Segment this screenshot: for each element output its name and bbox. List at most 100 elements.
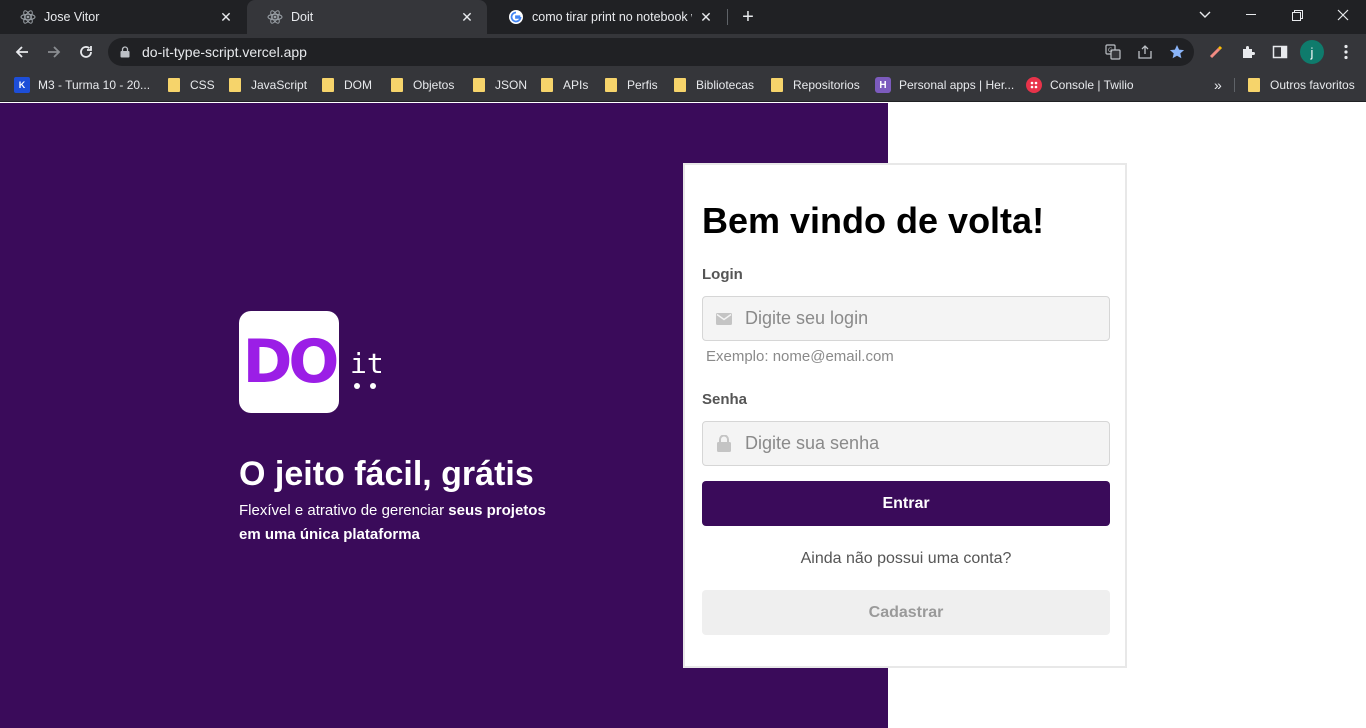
react-icon	[267, 9, 283, 25]
other-bookmarks-folder[interactable]: Outros favoritos	[1248, 70, 1355, 100]
profile-avatar[interactable]: j	[1300, 40, 1324, 64]
close-icon	[1337, 9, 1349, 21]
translate-icon[interactable]: G	[1104, 43, 1122, 61]
share-icon[interactable]	[1136, 43, 1154, 61]
login-input[interactable]	[745, 308, 1105, 329]
google-icon	[508, 9, 524, 25]
folder-icon	[605, 78, 617, 92]
arrow-right-icon	[48, 46, 61, 58]
reload-button[interactable]	[72, 38, 100, 66]
lock-icon	[120, 46, 130, 58]
address-bar[interactable]: do-it-type-script.vercel.app G	[108, 38, 1194, 66]
back-button[interactable]	[8, 38, 36, 66]
tab-jose-vitor[interactable]: Jose Vitor ✕	[0, 0, 246, 34]
twilio-icon	[1026, 77, 1042, 93]
browser-toolbar: do-it-type-script.vercel.app G j	[0, 34, 1366, 70]
login-heading: Bem vindo de volta!	[702, 200, 1045, 241]
bookmark-label: APIs	[563, 78, 589, 92]
bookmark-label: JavaScript	[251, 78, 308, 92]
bookmark-label: Repositorios	[793, 78, 860, 92]
kebab-menu-icon[interactable]	[1336, 42, 1356, 62]
bookmark-folder[interactable]: Bibliotecas	[674, 70, 754, 100]
signup-button[interactable]: Cadastrar	[702, 590, 1110, 635]
bookmark-folder[interactable]: JSON	[473, 70, 527, 100]
hero-subtitle-bold: seus projetos	[448, 502, 546, 519]
extensions-puzzle-icon[interactable]	[1238, 42, 1258, 62]
hero-subtitle-plain: Flexível e atrativo de gerenciar	[239, 502, 449, 519]
submit-login-button[interactable]: Entrar	[702, 481, 1110, 526]
new-tab-button[interactable]: +	[736, 5, 760, 29]
color-picker-extension-icon[interactable]	[1206, 42, 1226, 62]
bookmark-item[interactable]: H Personal apps | Her...	[875, 70, 1014, 100]
bookmarks-overflow-button[interactable]: »	[1214, 70, 1222, 100]
logo-badge: DO	[239, 311, 339, 413]
close-icon[interactable]: ✕	[459, 9, 475, 25]
login-card: Bem vindo de volta! Login Exemplo: nome@…	[683, 163, 1127, 668]
bookmark-folder[interactable]: JavaScript	[229, 70, 307, 100]
tab-doit[interactable]: Doit ✕	[247, 0, 487, 34]
hero-subtitle: Flexível e atrativo de gerenciar seus pr…	[239, 499, 579, 547]
hero-title: O jeito fácil, grátis	[239, 455, 534, 493]
restore-icon	[1291, 9, 1303, 21]
bookmark-label: JSON	[495, 78, 528, 92]
heroku-icon: H	[875, 77, 891, 93]
bookmark-folder[interactable]: CSS	[168, 70, 215, 100]
bookmark-item[interactable]: K M3 - Turma 10 - 20...	[14, 70, 150, 100]
bookmark-label: Console | Twilio	[1050, 78, 1134, 92]
bookmarks-separator	[1234, 78, 1235, 92]
bookmark-label: Perfis	[627, 78, 658, 92]
close-window-button[interactable]	[1320, 0, 1366, 30]
minimize-button[interactable]	[1228, 0, 1274, 30]
side-panel-icon[interactable]	[1270, 42, 1290, 62]
bookmark-label: Personal apps | Her...	[899, 78, 1015, 92]
bookmark-label: M3 - Turma 10 - 20...	[38, 78, 151, 92]
url-text: do-it-type-script.vercel.app	[142, 44, 307, 60]
bookmark-folder[interactable]: Repositorios	[771, 70, 860, 100]
password-field[interactable]	[702, 421, 1110, 466]
arrow-left-icon	[15, 46, 28, 58]
login-field[interactable]	[702, 296, 1110, 341]
bookmark-folder[interactable]: DOM	[322, 70, 372, 100]
reload-icon	[80, 46, 92, 58]
close-icon[interactable]: ✕	[218, 9, 234, 25]
password-label: Senha	[702, 391, 748, 408]
bookmarks-bar: K M3 - Turma 10 - 20... CSS JavaScript D…	[0, 70, 1366, 102]
restore-button[interactable]	[1274, 0, 1320, 30]
folder-icon	[771, 78, 783, 92]
bookmark-folder[interactable]: Objetos	[391, 70, 454, 100]
logo-suffix: it	[350, 347, 384, 380]
tab-google-search[interactable]: como tirar print no notebook win ✕	[488, 0, 726, 34]
tab-title: Doit	[291, 10, 314, 24]
folder-icon	[1248, 78, 1260, 92]
forward-button[interactable]	[40, 38, 68, 66]
signup-question: Ainda não possui uma conta?	[800, 550, 1012, 567]
bookmark-folder[interactable]: APIs	[541, 70, 588, 100]
tab-title: como tirar print no notebook win	[532, 10, 692, 24]
kenzie-icon: K	[14, 77, 30, 93]
lock-icon	[715, 435, 733, 453]
folder-icon	[229, 78, 241, 92]
close-icon[interactable]: ✕	[698, 9, 714, 25]
page-viewport: DO it O jeito fácil, grátis Flexível e a…	[0, 103, 1366, 728]
tab-search-button[interactable]	[1182, 0, 1228, 30]
folder-icon	[168, 78, 180, 92]
folder-icon	[391, 78, 403, 92]
bookmark-label: CSS	[190, 78, 215, 92]
folder-icon	[473, 78, 485, 92]
bookmark-label: Bibliotecas	[696, 78, 755, 92]
bookmark-item[interactable]: Console | Twilio	[1026, 70, 1134, 100]
bookmark-folder[interactable]: Perfis	[605, 70, 658, 100]
logo-dots	[354, 383, 376, 389]
bookmark-star-icon[interactable]	[1168, 43, 1186, 61]
tab-title: Jose Vitor	[44, 10, 100, 24]
envelope-icon	[715, 310, 733, 328]
folder-icon	[674, 78, 686, 92]
bookmark-label: Objetos	[413, 78, 455, 92]
bookmark-label: DOM	[344, 78, 372, 92]
login-hint: Exemplo: nome@email.com	[706, 348, 894, 365]
chevron-down-icon	[1199, 11, 1211, 18]
password-input[interactable]	[745, 433, 1105, 454]
hero-subtitle-bold-2: em uma única plataforma	[239, 526, 420, 543]
logo-text: DO	[242, 327, 340, 397]
login-label: Login	[702, 266, 743, 283]
